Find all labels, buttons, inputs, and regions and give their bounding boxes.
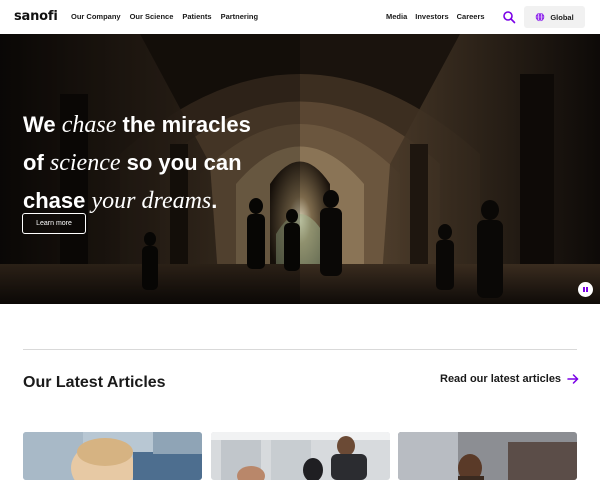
secondary-nav: Media Investors Careers [386, 12, 485, 21]
hero-headline: We chase the miracles of science so you … [23, 106, 323, 220]
read-latest-articles-link[interactable]: Read our latest articles [440, 373, 579, 385]
article-card-2[interactable] [211, 432, 390, 480]
search-button[interactable] [502, 10, 516, 24]
section-divider [23, 349, 577, 350]
global-language-button[interactable]: Global [524, 6, 585, 28]
arrow-right-icon [567, 374, 579, 384]
nav-partnering[interactable]: Partnering [221, 12, 259, 21]
nav-patients[interactable]: Patients [182, 12, 211, 21]
globe-icon [536, 12, 545, 22]
hero-line-1: We chase the miracles [23, 112, 251, 138]
latest-articles-heading: Our Latest Articles [23, 374, 166, 391]
learn-more-button[interactable]: Learn more [22, 213, 86, 234]
nav-media[interactable]: Media [386, 12, 407, 21]
pause-icon-bar [586, 287, 588, 292]
article-card-1[interactable] [23, 432, 202, 480]
nav-our-science[interactable]: Our Science [130, 12, 174, 21]
hero-banner: We chase the miracles of science so you … [0, 34, 600, 304]
pause-icon-bar [583, 287, 585, 292]
nav-our-company[interactable]: Our Company [71, 12, 121, 21]
article-card-3[interactable] [398, 432, 577, 480]
global-label: Global [550, 12, 574, 22]
primary-nav: Our Company Our Science Patients Partner… [71, 12, 258, 21]
pause-video-button[interactable] [578, 282, 593, 297]
hero-line-2: of science so you can [23, 150, 242, 176]
article-image-3 [398, 432, 577, 480]
article-image-1 [23, 432, 202, 480]
article-image-2 [211, 432, 390, 480]
search-icon [503, 11, 516, 24]
site-header: sanofi Our Company Our Science Patients … [0, 0, 600, 34]
read-latest-articles-label: Read our latest articles [440, 373, 562, 385]
nav-investors[interactable]: Investors [415, 12, 448, 21]
sanofi-logo[interactable]: sanofi [14, 9, 58, 24]
nav-careers[interactable]: Careers [457, 12, 485, 21]
